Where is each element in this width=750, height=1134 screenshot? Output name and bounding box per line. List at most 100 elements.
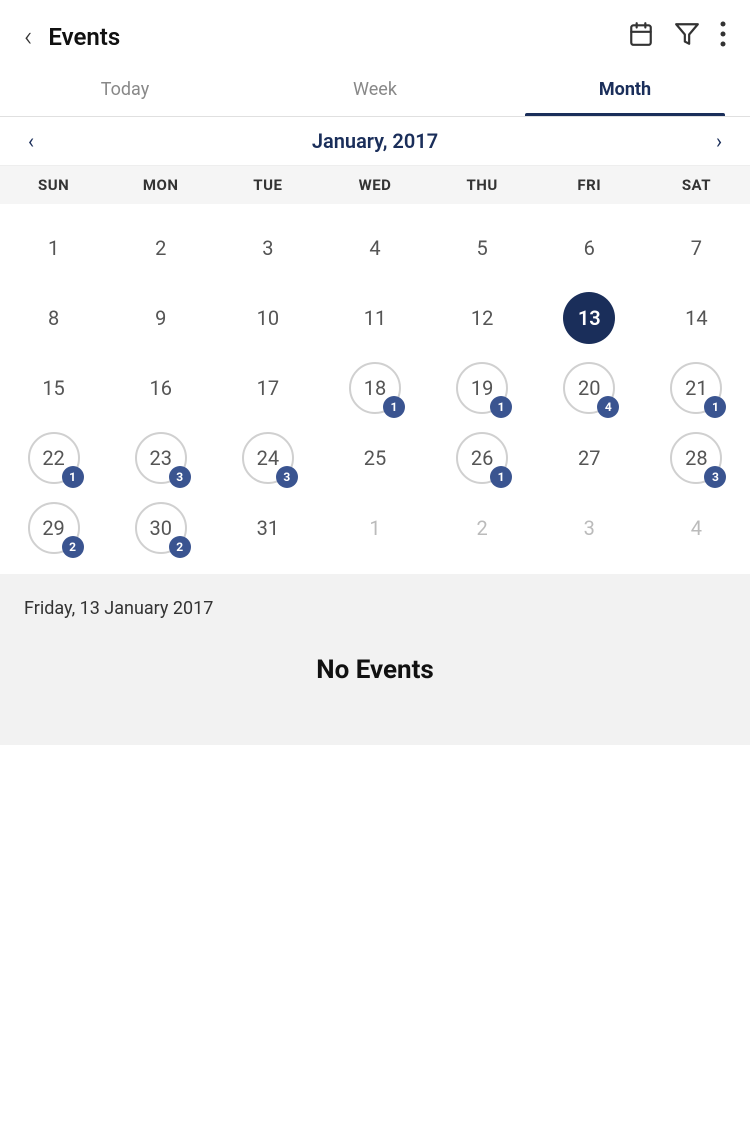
event-badge: 3 bbox=[169, 466, 191, 488]
day-number: 15 bbox=[28, 362, 80, 414]
header-left: ‹ Events bbox=[24, 20, 120, 53]
day-number: 233 bbox=[135, 432, 187, 484]
day-number: 13 bbox=[563, 292, 615, 344]
day-number: 8 bbox=[28, 292, 80, 344]
day-number: 27 bbox=[563, 432, 615, 484]
month-year-label: January, 2017 bbox=[312, 129, 438, 153]
day-header-thu: THU bbox=[429, 176, 536, 194]
day-number: 5 bbox=[456, 222, 508, 274]
next-month-button[interactable]: › bbox=[708, 121, 730, 161]
day-cell-31-week4[interactable]: 31 bbox=[214, 492, 321, 562]
event-badge: 3 bbox=[276, 466, 298, 488]
day-cell-13-week1[interactable]: 13 bbox=[536, 282, 643, 352]
day-number: 261 bbox=[456, 432, 508, 484]
event-badge: 1 bbox=[490, 466, 512, 488]
event-badge: 1 bbox=[490, 396, 512, 418]
tab-today[interactable]: Today bbox=[0, 63, 250, 116]
day-cell-5-week0[interactable]: 5 bbox=[429, 212, 536, 282]
day-cell-3-week4[interactable]: 3 bbox=[536, 492, 643, 562]
day-number: 4 bbox=[349, 222, 401, 274]
day-cell-30-week4[interactable]: 302 bbox=[107, 492, 214, 562]
tab-week[interactable]: Week bbox=[250, 63, 500, 116]
day-header-sat: SAT bbox=[643, 176, 750, 194]
day-number: 7 bbox=[670, 222, 722, 274]
day-number: 204 bbox=[563, 362, 615, 414]
calendar-grid: 1234567891011121314151617181191204211221… bbox=[0, 204, 750, 570]
day-number: 3 bbox=[242, 222, 294, 274]
day-number: 292 bbox=[28, 502, 80, 554]
day-cell-10-week1[interactable]: 10 bbox=[214, 282, 321, 352]
day-cell-19-week2[interactable]: 191 bbox=[429, 352, 536, 422]
day-number: 9 bbox=[135, 292, 187, 344]
day-header-fri: FRI bbox=[536, 176, 643, 194]
day-cell-11-week1[interactable]: 11 bbox=[321, 282, 428, 352]
day-number: 17 bbox=[242, 362, 294, 414]
day-cell-29-week4[interactable]: 292 bbox=[0, 492, 107, 562]
day-cell-3-week0[interactable]: 3 bbox=[214, 212, 321, 282]
event-badge: 1 bbox=[704, 396, 726, 418]
day-number: 25 bbox=[349, 432, 401, 484]
day-cell-16-week2[interactable]: 16 bbox=[107, 352, 214, 422]
day-number: 211 bbox=[670, 362, 722, 414]
event-badge: 3 bbox=[704, 466, 726, 488]
tab-month[interactable]: Month bbox=[500, 63, 750, 116]
selected-date-section: Friday, 13 January 2017 bbox=[0, 574, 750, 635]
day-number: 12 bbox=[456, 292, 508, 344]
day-cell-7-week0[interactable]: 7 bbox=[643, 212, 750, 282]
day-number: 2 bbox=[456, 502, 508, 554]
day-number: 4 bbox=[670, 502, 722, 554]
calendar-icon[interactable] bbox=[628, 21, 654, 53]
day-cell-14-week1[interactable]: 14 bbox=[643, 282, 750, 352]
day-number: 2 bbox=[135, 222, 187, 274]
day-cell-22-week3[interactable]: 221 bbox=[0, 422, 107, 492]
day-cell-9-week1[interactable]: 9 bbox=[107, 282, 214, 352]
no-events-text: No Events bbox=[316, 655, 434, 685]
day-cell-4-week4[interactable]: 4 bbox=[643, 492, 750, 562]
day-number: 181 bbox=[349, 362, 401, 414]
day-cell-15-week2[interactable]: 15 bbox=[0, 352, 107, 422]
day-cell-1-week0[interactable]: 1 bbox=[0, 212, 107, 282]
day-cell-18-week2[interactable]: 181 bbox=[321, 352, 428, 422]
day-cell-4-week0[interactable]: 4 bbox=[321, 212, 428, 282]
day-number: 1 bbox=[28, 222, 80, 274]
day-cell-8-week1[interactable]: 8 bbox=[0, 282, 107, 352]
event-badge: 1 bbox=[62, 466, 84, 488]
day-cell-24-week3[interactable]: 243 bbox=[214, 422, 321, 492]
day-cell-12-week1[interactable]: 12 bbox=[429, 282, 536, 352]
day-header-mon: MON bbox=[107, 176, 214, 194]
day-cell-28-week3[interactable]: 283 bbox=[643, 422, 750, 492]
day-number: 1 bbox=[349, 502, 401, 554]
day-cell-27-week3[interactable]: 27 bbox=[536, 422, 643, 492]
day-cell-26-week3[interactable]: 261 bbox=[429, 422, 536, 492]
day-number: 11 bbox=[349, 292, 401, 344]
day-cell-21-week2[interactable]: 211 bbox=[643, 352, 750, 422]
day-cell-20-week2[interactable]: 204 bbox=[536, 352, 643, 422]
prev-month-button[interactable]: ‹ bbox=[20, 121, 42, 161]
tab-bar: Today Week Month bbox=[0, 63, 750, 117]
day-cell-6-week0[interactable]: 6 bbox=[536, 212, 643, 282]
day-number: 302 bbox=[135, 502, 187, 554]
day-cell-1-week4[interactable]: 1 bbox=[321, 492, 428, 562]
day-number: 6 bbox=[563, 222, 615, 274]
day-cell-23-week3[interactable]: 233 bbox=[107, 422, 214, 492]
event-badge: 1 bbox=[383, 396, 405, 418]
selected-date-label: Friday, 13 January 2017 bbox=[24, 598, 213, 619]
day-header-wed: WED bbox=[321, 176, 428, 194]
filter-icon[interactable] bbox=[674, 21, 700, 53]
day-number: 221 bbox=[28, 432, 80, 484]
event-badge: 2 bbox=[62, 536, 84, 558]
day-number: 16 bbox=[135, 362, 187, 414]
day-number: 3 bbox=[563, 502, 615, 554]
more-icon[interactable] bbox=[720, 21, 726, 53]
day-cell-17-week2[interactable]: 17 bbox=[214, 352, 321, 422]
page-title: Events bbox=[48, 23, 120, 51]
day-number: 283 bbox=[670, 432, 722, 484]
day-cell-2-week0[interactable]: 2 bbox=[107, 212, 214, 282]
app-header: ‹ Events bbox=[0, 0, 750, 63]
day-number: 191 bbox=[456, 362, 508, 414]
event-badge: 2 bbox=[169, 536, 191, 558]
back-button[interactable]: ‹ bbox=[24, 20, 32, 53]
day-header-sun: SUN bbox=[0, 176, 107, 194]
day-cell-25-week3[interactable]: 25 bbox=[321, 422, 428, 492]
day-cell-2-week4[interactable]: 2 bbox=[429, 492, 536, 562]
